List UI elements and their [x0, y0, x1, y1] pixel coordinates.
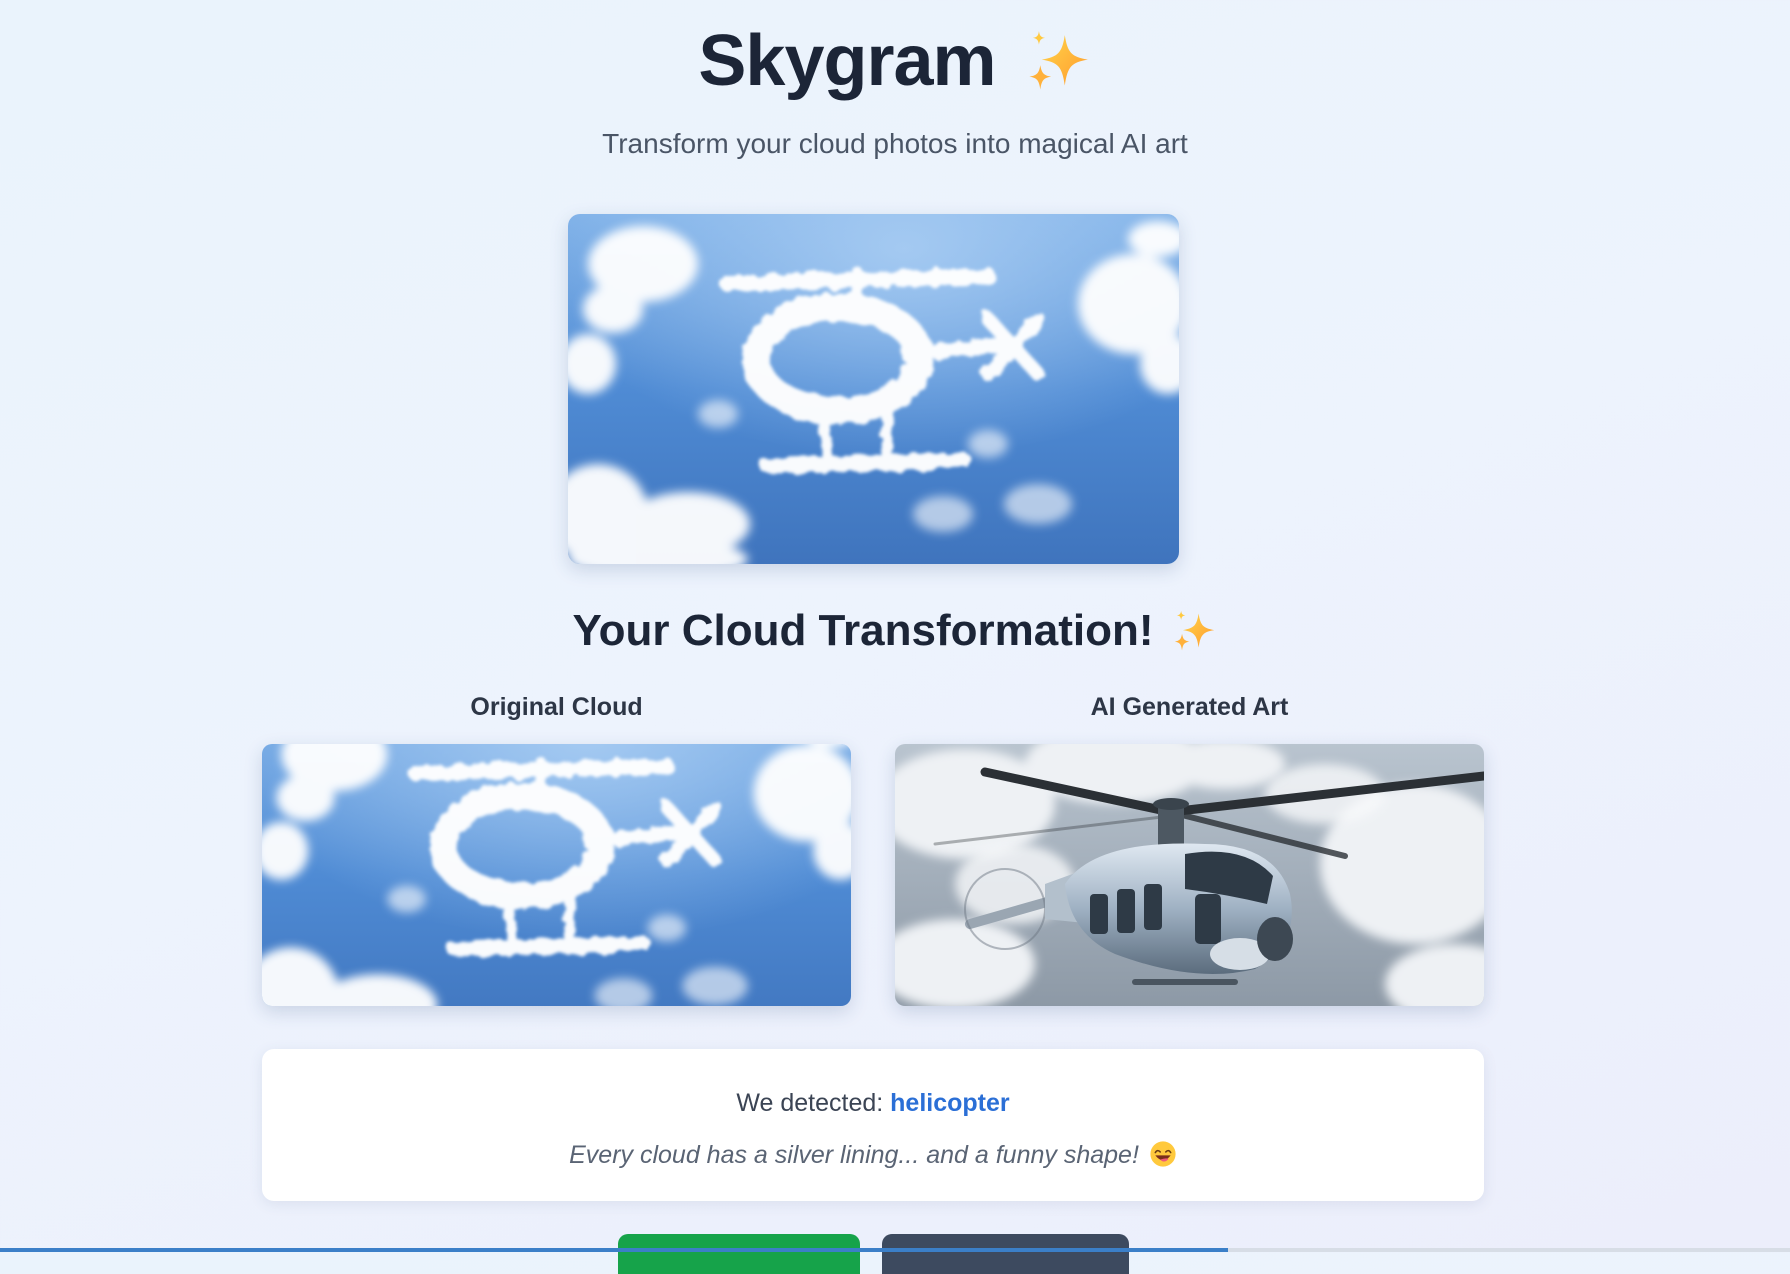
- grinning-face-icon: [1149, 1140, 1177, 1168]
- app-title: Skygram: [698, 20, 1091, 102]
- detected-object: helicopter: [890, 1089, 1010, 1117]
- scroll-progress: [0, 1248, 1228, 1252]
- secondary-action-button[interactable]: [882, 1234, 1129, 1274]
- detected-prefix: We detected:: [736, 1089, 884, 1117]
- result-heading-text: Your Cloud Transformation!: [572, 606, 1154, 655]
- fun-quote-text: Every cloud has a silver lining... and a…: [569, 1141, 1139, 1169]
- sparkles-icon: [1171, 608, 1217, 654]
- ai-generated-art-image: [895, 744, 1484, 1006]
- uploaded-cloud-photo[interactable]: [568, 214, 1179, 564]
- original-cloud-image: [262, 744, 851, 1006]
- original-cloud-label: Original Cloud: [470, 693, 643, 721]
- ai-art-label: AI Generated Art: [1090, 693, 1289, 721]
- result-heading: Your Cloud Transformation!: [0, 606, 1790, 656]
- primary-action-button[interactable]: [618, 1234, 860, 1274]
- app-header: Skygram Transform your cloud photos into…: [0, 20, 1790, 160]
- app-title-text: Skygram: [698, 21, 996, 101]
- detection-line: We detected: helicopter: [262, 1089, 1484, 1118]
- detection-card: We detected: helicopter Every cloud has …: [262, 1049, 1484, 1201]
- app-subtitle: Transform your cloud photos into magical…: [602, 128, 1188, 159]
- sparkles-icon: [1024, 27, 1092, 95]
- fun-quote: Every cloud has a silver lining... and a…: [262, 1140, 1484, 1170]
